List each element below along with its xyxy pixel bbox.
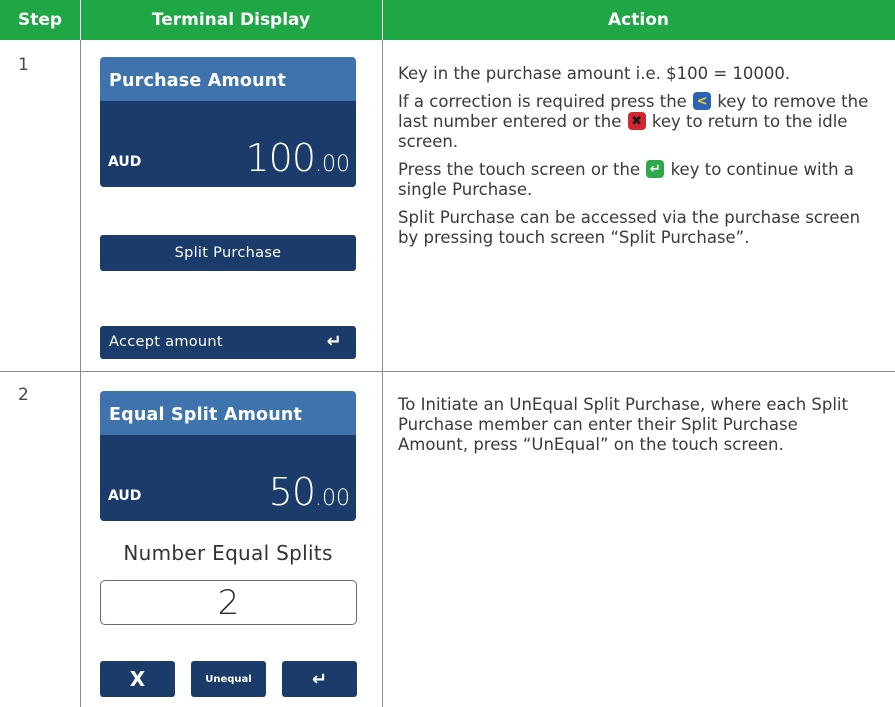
accept-amount-label: Accept amount: [109, 334, 223, 350]
amount-display: 100.00: [245, 139, 350, 177]
terminal-screen-purchase-amount: Purchase Amount AUD 100.00: [100, 57, 356, 187]
action-paragraph: If a correction is required press the < …: [398, 92, 878, 152]
action-text-step-2: To Initiate an UnEqual Split Purchase, w…: [398, 395, 868, 463]
action-paragraph: To Initiate an UnEqual Split Purchase, w…: [398, 395, 848, 454]
action-text-step-1: Key in the purchase amount i.e. $100 = 1…: [398, 64, 878, 256]
amount-panel: AUD 50.00: [100, 435, 356, 521]
back-key-icon: <: [693, 92, 712, 110]
column-divider: [382, 40, 383, 707]
header-terminal-display: Terminal Display: [151, 10, 311, 30]
enter-icon: ↵: [311, 668, 328, 690]
amount-display: 50.00: [269, 473, 350, 511]
column-divider: [80, 40, 81, 707]
cancel-button[interactable]: X: [100, 661, 175, 697]
amount-main: 50: [268, 470, 316, 514]
action-text: If a correction is required press the: [398, 92, 687, 111]
accept-amount-button[interactable]: Accept amount ↵: [100, 326, 356, 359]
screen-title: Purchase Amount: [109, 71, 287, 91]
currency-label: AUD: [108, 488, 142, 504]
number-equal-splits-label: Number Equal Splits: [123, 541, 333, 565]
header-action: Action: [608, 10, 669, 30]
table-header: Step Terminal Display Action: [0, 0, 895, 40]
terminal-screen-equal-split-amount: Equal Split Amount AUD 50.00: [100, 391, 356, 521]
split-purchase-button[interactable]: Split Purchase: [100, 235, 356, 271]
action-paragraph: Key in the purchase amount i.e. $100 = 1…: [398, 64, 791, 83]
currency-label: AUD: [108, 154, 142, 170]
step-number-2: 2: [18, 385, 29, 405]
enter-icon: ↵: [326, 331, 342, 352]
header-step: Step: [17, 10, 63, 30]
amount-panel: AUD 100.00: [100, 101, 356, 187]
action-paragraph: Split Purchase can be accessed via the p…: [398, 208, 861, 247]
enter-key-icon: ↵: [646, 160, 665, 178]
amount-main: 100: [245, 136, 316, 180]
amount-cents: .00: [315, 152, 350, 177]
cancel-key-icon: ✖: [627, 112, 646, 130]
action-paragraph: Press the touch screen or the ↵ key to c…: [398, 160, 878, 200]
action-text: Press the touch screen or the: [398, 160, 641, 179]
enter-button[interactable]: ↵: [282, 661, 357, 697]
number-equal-splits-field[interactable]: 2: [100, 580, 357, 625]
amount-cents: .00: [315, 486, 350, 511]
step-number-1: 1: [18, 55, 29, 75]
unequal-button[interactable]: Unequal: [191, 661, 266, 697]
screen-title: Equal Split Amount: [109, 405, 303, 425]
row-divider: [0, 371, 895, 372]
